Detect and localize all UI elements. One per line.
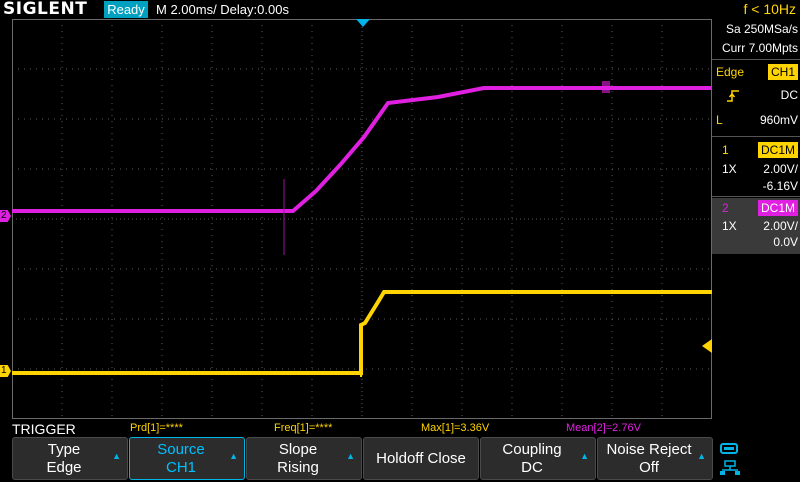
measurement-max: Max[1]=3.36V (421, 422, 490, 434)
softkey-label: Coupling (502, 441, 562, 458)
panel-divider (712, 136, 800, 137)
softkey-noise-reject[interactable]: Noise Reject Off ▲ (597, 437, 713, 480)
ch2-waveform (12, 86, 712, 213)
ch1-header-row: 1 DC1M (712, 140, 800, 160)
softkey-coupling[interactable]: Coupling DC ▲ (480, 437, 596, 480)
softkey-label: Type (47, 441, 81, 458)
memory-depth: Curr 7.00Mpts (721, 41, 798, 55)
ch2-coupling-tag: DC1M (757, 200, 798, 216)
trigger-level-label: L (716, 113, 723, 127)
arrow-up-icon: ▲ (697, 451, 706, 461)
info-panel: Sa 250MSa/s Curr 7.00Mpts Edge CH1 DC L … (712, 19, 800, 419)
timebase-readout[interactable]: M 2.00ms/ Delay:0.00s (156, 0, 289, 19)
waveform-display[interactable]: 2 1 (0, 19, 712, 419)
trigger-coupling-row: DC (712, 85, 800, 105)
softkey-label: Holdoff Close (376, 450, 466, 467)
trigger-frequency-readout: f < 10Hz (743, 1, 796, 17)
softkey-value: Rising (277, 459, 319, 476)
ch2-header-row: 2 DC1M (712, 198, 800, 218)
trigger-level-marker (702, 339, 712, 353)
ch2-marker-label: 2 (1, 210, 7, 221)
waveform-canvas (12, 19, 712, 419)
ch2-info-block[interactable]: 2 DC1M 1X 2.00V/ 0.0V (712, 198, 800, 254)
softkey-label: Slope (278, 441, 318, 458)
trigger-coupling: DC (780, 88, 798, 102)
run-status-badge: Ready (104, 1, 148, 18)
trigger-type: Edge (716, 65, 745, 79)
ch2-ground-marker[interactable]: 2 (0, 210, 11, 222)
ch1-marker-label: 1 (1, 365, 7, 376)
ch1-coupling-tag: DC1M (757, 142, 798, 158)
ch1-ground-marker[interactable]: 1 (0, 365, 11, 377)
softkey-holdoff[interactable]: Holdoff Close (363, 437, 479, 480)
softkey-value: CH1 (165, 459, 196, 476)
measurement-frequency: Freq[1]=**** (274, 422, 333, 434)
trigger-position-marker (356, 19, 370, 27)
ch1-number: 1 (722, 143, 729, 157)
ch1-info-block[interactable]: 1 DC1M 1X 2.00V/ -6.16V (712, 140, 800, 202)
ch2-offset-row: 0.0V (712, 232, 800, 252)
trigger-level-row: L 960mV (712, 110, 800, 130)
softkey-source[interactable]: Source CH1 ▲ (129, 437, 245, 480)
softkey-value: Off (639, 459, 659, 476)
status-bar: SIGLENT Ready M 2.00ms/ Delay:0.00s f < … (0, 0, 800, 19)
arrow-up-icon: ▲ (229, 451, 238, 461)
panel-divider (712, 59, 800, 60)
measurement-period: Prd[1]=**** (130, 422, 183, 434)
softkey-slope[interactable]: Slope Rising ▲ (246, 437, 362, 480)
usb-network-status (718, 441, 742, 477)
ch2-cursor-tick (602, 81, 610, 93)
softkey-label: Source (157, 441, 205, 458)
trigger-level: 960mV (759, 113, 798, 127)
ch2-number: 2 (722, 201, 729, 215)
memory-depth-row: Curr 7.00Mpts (712, 38, 800, 58)
arrow-up-icon: ▲ (346, 451, 355, 461)
softkey-value: Edge (46, 459, 82, 476)
sample-rate-row: Sa 250MSa/s (712, 19, 800, 39)
ch1-offset-row: -6.16V (712, 176, 800, 196)
softkey-type[interactable]: Type Edge ▲ (12, 437, 128, 480)
rising-edge-icon (726, 85, 740, 105)
arrow-up-icon: ▲ (580, 451, 589, 461)
brand-logo: SIGLENT (3, 0, 88, 19)
ch1-offset: -6.16V (762, 179, 798, 193)
sample-rate: Sa 250MSa/s (725, 22, 798, 36)
usb-icon (720, 443, 740, 475)
panel-divider (712, 196, 800, 197)
arrow-up-icon: ▲ (112, 451, 121, 461)
menu-title: TRIGGER (12, 421, 76, 437)
trigger-type-row: Edge CH1 (712, 62, 800, 82)
softkey-bar: Type Edge ▲ Source CH1 ▲ Slope Rising ▲ … (0, 437, 800, 480)
softkey-value: DC (521, 459, 543, 476)
trigger-source-tag: CH1 (767, 64, 798, 80)
softkey-label: Noise Reject (606, 441, 692, 458)
measurement-mean: Mean[2]=2.76V (566, 422, 641, 434)
ch2-offset: 0.0V (773, 235, 798, 249)
